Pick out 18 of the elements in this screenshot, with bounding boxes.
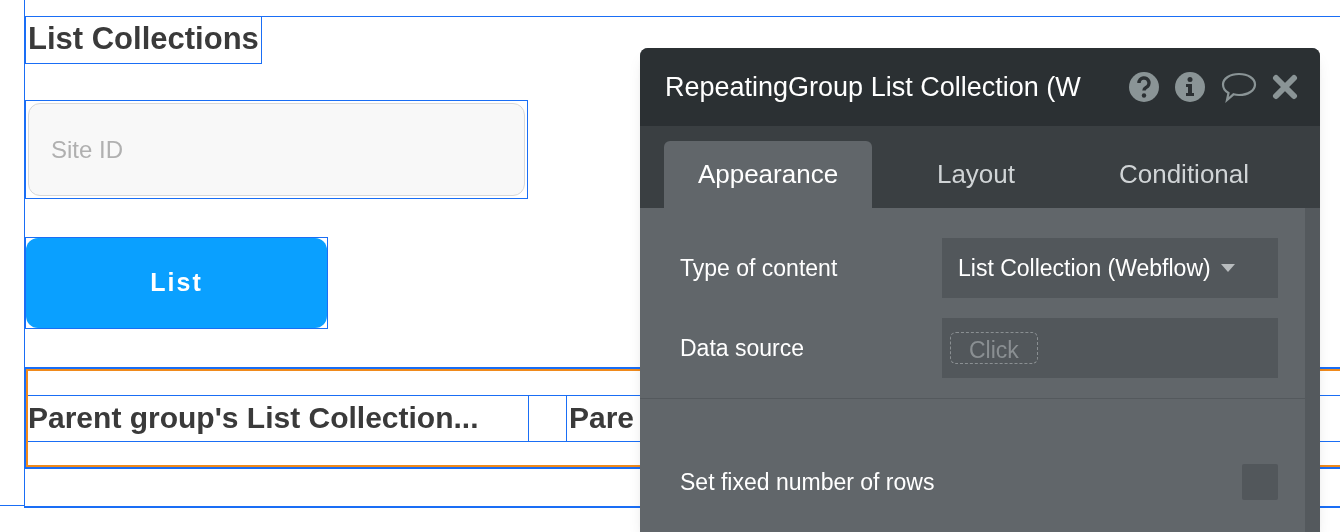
- comment-icon[interactable]: [1220, 71, 1258, 103]
- scrollbar[interactable]: [1305, 208, 1320, 532]
- site-id-input[interactable]: Site ID: [28, 103, 525, 196]
- content-type-dropdown[interactable]: List Collection (Webflow): [942, 238, 1278, 298]
- panel-title: RepeatingGroup List Collection (W: [665, 70, 1082, 104]
- property-label: Type of content: [680, 253, 838, 283]
- help-icon[interactable]: [1128, 71, 1160, 103]
- panel-tab[interactable]: Layout: [872, 141, 1080, 208]
- close-icon[interactable]: [1272, 74, 1298, 100]
- property-label: Set fixed number of rows: [680, 467, 935, 497]
- page-title: List Collections: [25, 16, 262, 64]
- collection-name-text: Parent group's List Collection...: [28, 396, 529, 441]
- panel-tab[interactable]: Conditional: [1080, 141, 1288, 208]
- info-icon[interactable]: [1174, 71, 1206, 103]
- caret-icon: [1220, 264, 1235, 272]
- collection-name-text: Pare: [566, 396, 635, 441]
- panel-tab[interactable]: Appearance: [664, 141, 872, 208]
- property-label: Data source: [680, 333, 804, 363]
